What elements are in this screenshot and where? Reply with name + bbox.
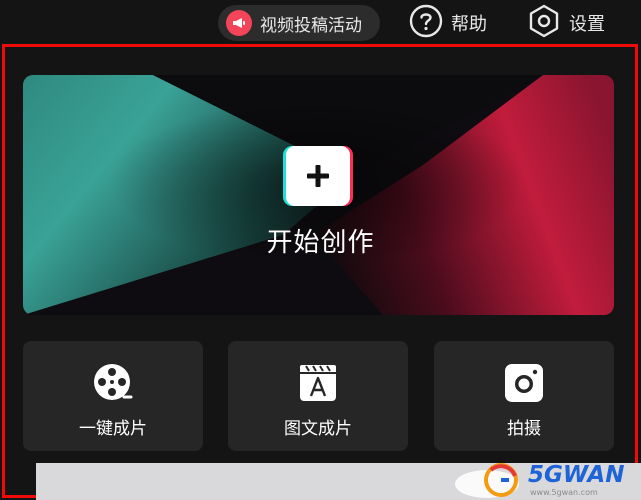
watermark-brand: 5GWAN bbox=[528, 462, 625, 488]
one-click-video-button[interactable]: 一键成片 bbox=[23, 341, 203, 451]
settings-label: 设置 bbox=[569, 14, 605, 35]
start-creating-card[interactable] bbox=[23, 75, 614, 315]
one-click-video-label: 一键成片 bbox=[79, 419, 147, 439]
video-submission-activity-button[interactable]: 视频投稿活动 bbox=[218, 5, 380, 41]
gear-icon bbox=[527, 4, 561, 42]
watermark-url: www.5gwan.com bbox=[530, 488, 598, 497]
text-to-video-button[interactable]: 图文成片 bbox=[228, 341, 408, 451]
shoot-label: 拍摄 bbox=[507, 419, 541, 439]
promo-label: 视频投稿活动 bbox=[260, 15, 362, 36]
top-bar: 视频投稿活动 帮助 设置 bbox=[0, 0, 641, 44]
film-reel-icon bbox=[91, 361, 135, 405]
shoot-button[interactable]: 拍摄 bbox=[434, 341, 614, 451]
camera-icon bbox=[502, 361, 546, 405]
help-button[interactable]: 帮助 bbox=[409, 4, 487, 42]
text-clapper-icon bbox=[296, 361, 340, 405]
megaphone-icon bbox=[226, 10, 252, 36]
help-icon bbox=[409, 4, 443, 42]
start-creating-label: 开始创作 bbox=[266, 228, 375, 258]
text-to-video-label: 图文成片 bbox=[284, 419, 352, 439]
plus-icon bbox=[286, 146, 350, 206]
settings-button[interactable]: 设置 bbox=[527, 4, 605, 42]
add-project-button[interactable] bbox=[284, 146, 352, 206]
help-label: 帮助 bbox=[451, 14, 487, 35]
